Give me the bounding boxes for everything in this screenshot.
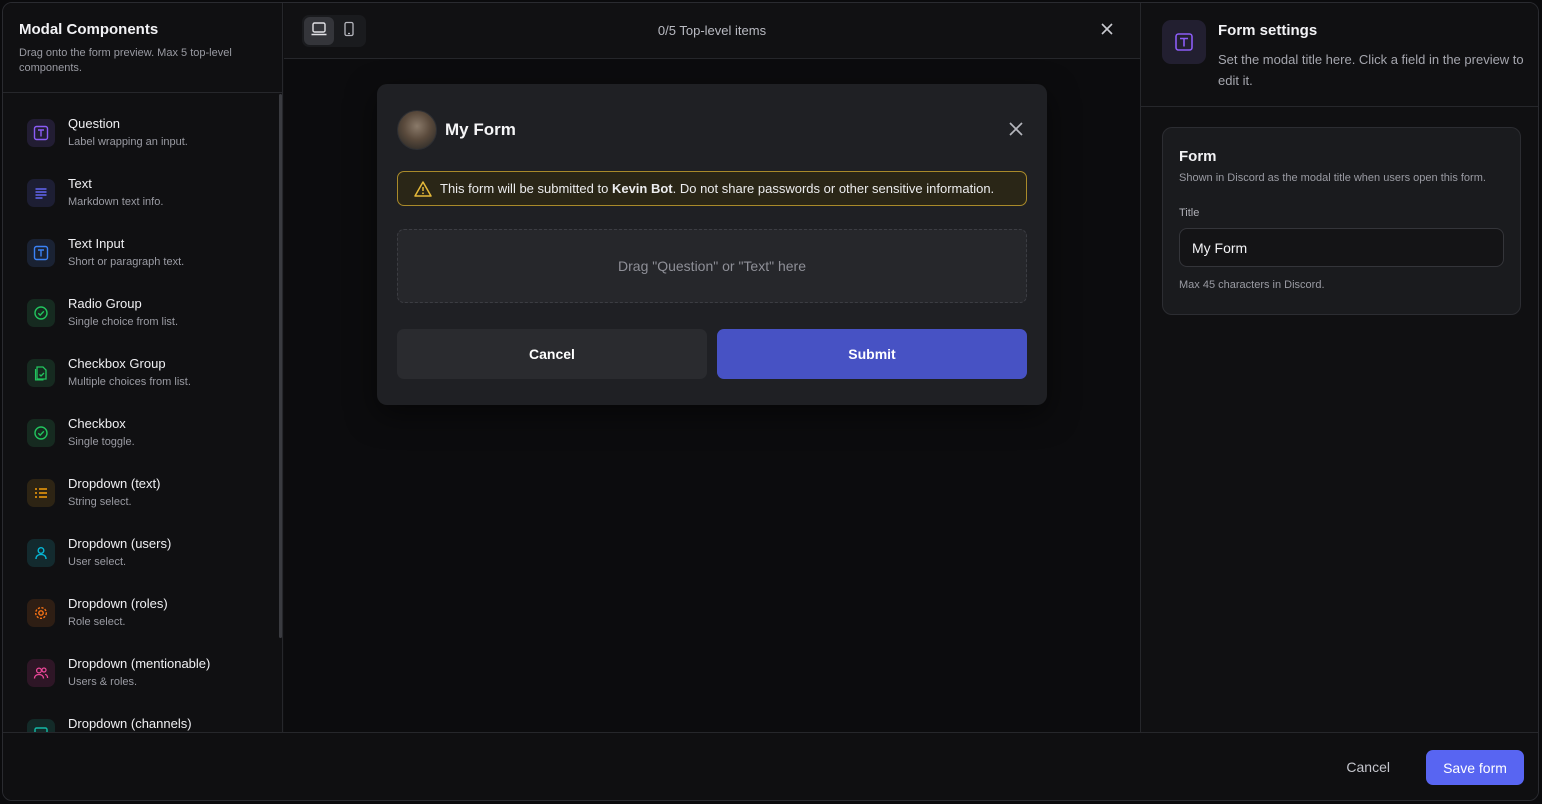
- component-desc: User select.: [68, 556, 127, 568]
- component-dropzone[interactable]: Drag "Question" or "Text" here: [397, 229, 1027, 303]
- component-label: Dropdown (text): [68, 476, 161, 491]
- modal-title: My Form: [445, 120, 516, 139]
- components-sidebar: Modal Components Drag onto the form prev…: [3, 3, 283, 732]
- modal-submit-button[interactable]: Submit: [717, 329, 1027, 379]
- warning-text: This form will be submitted to Kevin Bot…: [440, 181, 995, 196]
- settings-panel: Form settings Set the modal title here. …: [1140, 3, 1538, 732]
- component-label: Dropdown (users): [68, 536, 172, 551]
- list-icon: [27, 479, 55, 507]
- component-desc: Short or paragraph text.: [68, 256, 185, 268]
- component-text[interactable]: Text Markdown text info.: [27, 176, 267, 222]
- app-window: Modal Components Drag onto the form prev…: [2, 2, 1539, 801]
- component-desc: Label wrapping an input.: [68, 136, 188, 148]
- component-label: Text Input: [68, 236, 125, 251]
- component-radio-group[interactable]: Radio Group Single choice from list.: [27, 296, 267, 342]
- settings-title: Form settings: [1218, 22, 1318, 39]
- component-desc: Role select.: [68, 616, 126, 628]
- lines-icon: [27, 179, 55, 207]
- component-label: Checkbox: [68, 416, 126, 431]
- avatar: [397, 110, 437, 150]
- text-box-icon: [1162, 20, 1206, 64]
- warning-banner: This form will be submitted to Kevin Bot…: [397, 171, 1027, 206]
- component-desc: String select.: [68, 496, 132, 508]
- component-desc: Markdown text info.: [68, 196, 164, 208]
- sidebar-title: Modal Components: [19, 21, 159, 38]
- sidebar-scrollbar[interactable]: [279, 94, 282, 638]
- component-checkbox[interactable]: Checkbox Single toggle.: [27, 416, 267, 462]
- close-editor-button[interactable]: [1098, 22, 1116, 40]
- card-title: Form: [1179, 148, 1217, 165]
- component-checkbox-group[interactable]: Checkbox Group Multiple choices from lis…: [27, 356, 267, 402]
- component-question[interactable]: Question Label wrapping an input.: [27, 116, 267, 162]
- user-icon: [27, 539, 55, 567]
- modal-header: My Form: [397, 110, 516, 150]
- channel-icon: [27, 719, 55, 732]
- modal-close-button[interactable]: [1007, 120, 1025, 138]
- modal-cancel-button[interactable]: Cancel: [397, 329, 707, 379]
- component-desc: Single choice from list.: [68, 316, 179, 328]
- close-icon: [1007, 122, 1025, 142]
- check-circle-icon: [27, 299, 55, 327]
- check-circle-icon: [27, 419, 55, 447]
- component-desc: Multiple choices from list.: [68, 376, 191, 388]
- users-icon: [27, 659, 55, 687]
- component-label: Dropdown (channels): [68, 716, 192, 731]
- component-desc: Users & roles.: [68, 676, 138, 688]
- card-subtitle: Shown in Discord as the modal title when…: [1179, 172, 1486, 184]
- component-label: Checkbox Group: [68, 356, 166, 371]
- save-form-button[interactable]: Save form: [1426, 750, 1524, 785]
- component-label: Radio Group: [68, 296, 142, 311]
- component-dropdown-channels[interactable]: Dropdown (channels): [27, 716, 267, 732]
- component-list: Question Label wrapping an input. Text M…: [3, 94, 282, 732]
- close-icon: [1100, 22, 1114, 41]
- form-settings-card: Form Shown in Discord as the modal title…: [1162, 127, 1521, 315]
- preview-toolbar: 0/5 Top-level items: [284, 3, 1140, 59]
- sidebar-header: Modal Components Drag onto the form prev…: [3, 3, 282, 93]
- form-preview-area: 0/5 Top-level items My Form This form wi…: [284, 3, 1140, 732]
- title-field-hint: Max 45 characters in Discord.: [1179, 279, 1325, 291]
- settings-subtitle: Set the modal title here. Click a field …: [1218, 52, 1524, 88]
- component-dropdown-mentionable[interactable]: Dropdown (mentionable) Users & roles.: [27, 656, 267, 702]
- footer-bar: Cancel Save form: [3, 732, 1538, 800]
- settings-header: Form settings Set the modal title here. …: [1141, 3, 1538, 107]
- warning-icon: [414, 180, 432, 198]
- component-dropdown-text[interactable]: Dropdown (text) String select.: [27, 476, 267, 522]
- top-level-count: 0/5 Top-level items: [657, 23, 767, 38]
- sidebar-subtitle: Drag onto the form preview. Max 5 top-le…: [19, 47, 232, 74]
- document-check-icon: [27, 359, 55, 387]
- component-dropdown-users[interactable]: Dropdown (users) User select.: [27, 536, 267, 582]
- component-text-input[interactable]: Text Input Short or paragraph text.: [27, 236, 267, 282]
- component-label: Question: [68, 116, 121, 131]
- cancel-button[interactable]: Cancel: [1346, 759, 1390, 775]
- text-box-icon: [27, 119, 55, 147]
- component-desc: Single toggle.: [68, 436, 135, 448]
- bot-name: Kevin Bot: [611, 181, 673, 196]
- title-field-label: Title: [1179, 207, 1200, 219]
- modal-preview: My Form This form will be submitted to K…: [377, 84, 1047, 405]
- gear-icon: [27, 599, 55, 627]
- text-box-icon: [27, 239, 55, 267]
- component-label: Dropdown (mentionable): [68, 656, 211, 671]
- component-dropdown-roles[interactable]: Dropdown (roles) Role select.: [27, 596, 267, 642]
- component-label: Dropdown (roles): [68, 596, 168, 611]
- title-input[interactable]: [1179, 228, 1504, 267]
- component-label: Text: [68, 176, 92, 191]
